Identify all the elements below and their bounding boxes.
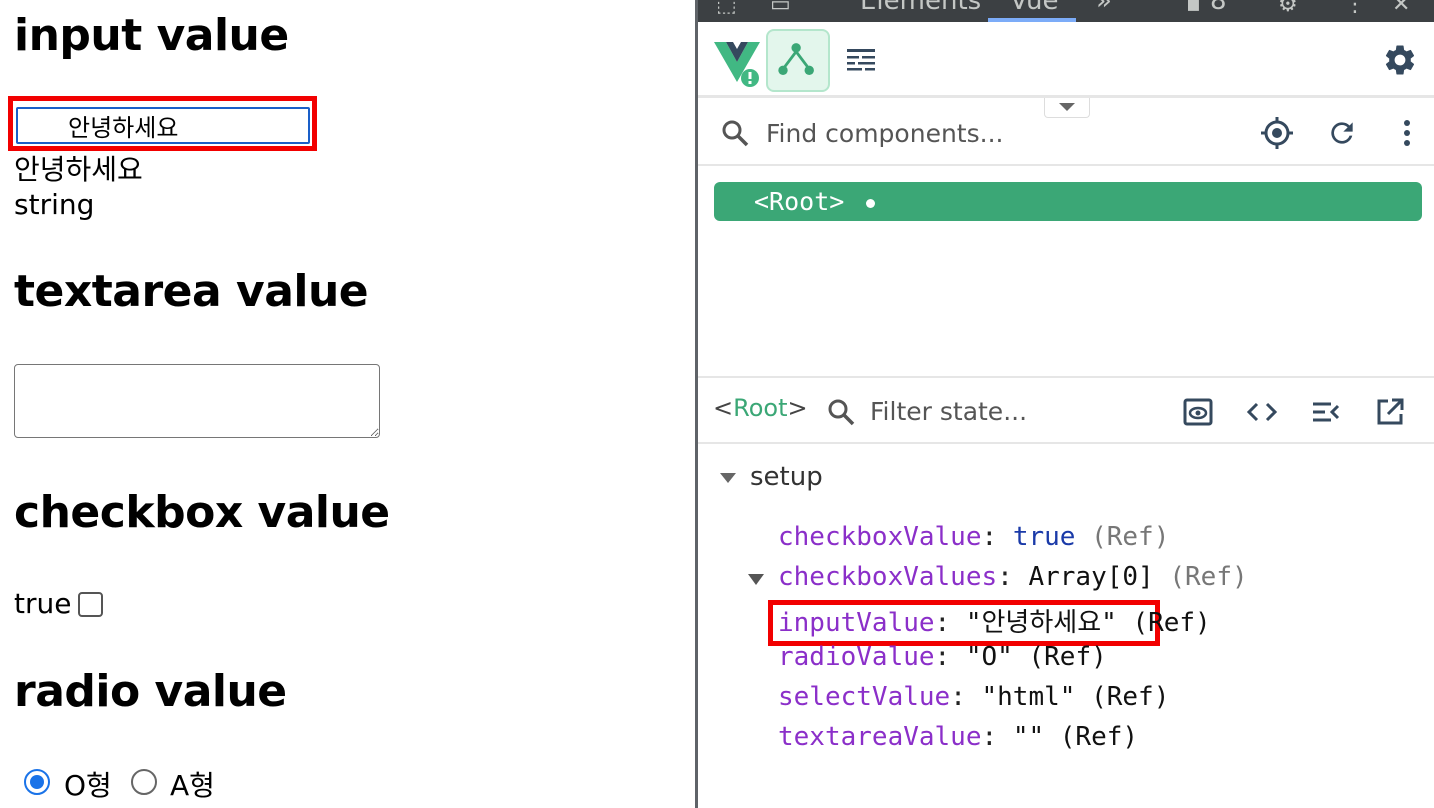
component-name-text: Root [733,394,788,422]
text-input[interactable] [16,107,310,144]
setup-group-label: setup [750,462,823,492]
state-row-selectValue[interactable]: selectValue: "html" (Ref) [778,682,1169,712]
filter-state-input[interactable] [870,392,1160,430]
vue-logo-icon [714,42,760,87]
setup-group-header[interactable]: setup [720,462,823,492]
more-options-icon[interactable] [1392,117,1422,149]
scroll-to-component-eye-icon[interactable] [1182,396,1214,428]
state-value: "" [1012,722,1045,752]
vue-toolbar [698,22,1434,98]
state-value: "html" [981,682,1076,712]
state-row-radioValue[interactable]: radioValue: "O" (Ref) [778,642,1107,672]
root-node-label: <Root> [754,187,845,216]
page-content: input value 안녕하세요 string textarea value … [0,0,697,808]
state-key: textareaValue [778,722,982,752]
state-row-inputValue[interactable]: inputValue: "안녕하세요" (Ref) [778,602,1211,639]
input-highlight-box [8,96,317,151]
find-components-input[interactable] [766,114,1196,152]
state-type: (Ref) [1091,522,1170,552]
tree-node-root[interactable]: <Root> [714,182,1422,221]
state-value: "안녕하세요" [965,608,1117,638]
component-tree: <Root> [698,168,1434,376]
input-type-text: string [14,188,95,221]
input-heading: input value [14,10,289,61]
issues-count: 8 [1210,0,1227,16]
state-row-checkboxValue[interactable]: checkboxValue: true (Ref) [778,522,1169,552]
devtools-menu-icon[interactable]: ⋮ [1344,0,1366,17]
state-value: "O" [965,642,1013,672]
inspect-dom-icon[interactable] [1310,396,1342,428]
tab-elements[interactable]: Elements [860,0,981,16]
state-key: checkboxValue [778,522,982,552]
state-key: radioValue [778,642,935,672]
inspect-element-icon[interactable]: ⬚ [716,0,737,17]
filter-search-icon [828,399,855,426]
expand-caret-icon [720,472,736,483]
state-type: (Ref) [1169,562,1248,592]
radio-heading: radio value [14,666,287,717]
input-bound-text: 안녕하세요 [14,153,143,186]
component-tree-icon [778,43,814,76]
components-view-button[interactable] [766,29,830,92]
state-value: true [1012,522,1076,552]
state-type: (Ref) [1132,608,1211,638]
state-type: (Ref) [1091,682,1170,712]
show-render-code-icon[interactable] [1246,396,1278,428]
refresh-icon[interactable] [1326,117,1358,149]
radio-o-type[interactable] [24,769,50,795]
devtools-panel: ⬚ ▭ Elements Vue » ▪ 8 ⚙ ⋮ ✕ Find compon… [698,0,1434,808]
state-key: inputValue [778,608,935,638]
state-row-checkboxValues[interactable]: checkboxValues: Array[0] (Ref) [778,562,1248,592]
tab-vue[interactable]: Vue [1010,0,1059,16]
checkbox-heading: checkbox value [14,487,390,538]
more-tabs-icon[interactable]: » [1096,0,1112,16]
open-in-editor-icon[interactable] [1374,396,1406,428]
device-toolbar-icon[interactable]: ▭ [770,0,791,17]
checkbox-label: true [14,587,72,620]
state-type: (Ref) [1028,642,1107,672]
state-row-textareaValue[interactable]: textareaValue: "" (Ref) [778,722,1138,752]
checkbox[interactable] [78,592,103,617]
state-type: (Ref) [1059,722,1139,752]
devtools-close-icon[interactable]: ✕ [1392,0,1410,17]
radio-o-label: O형 [64,769,112,802]
component-name-open-bracket: < [713,394,734,422]
state-inspector: setup checkboxValue: true (Ref) checkbox… [698,444,1434,808]
expand-caret-icon[interactable] [748,574,764,585]
select-component-target-icon[interactable] [1260,116,1294,150]
component-name-close-bracket: > [787,394,808,422]
devtools-tab-bar: ⬚ ▭ Elements Vue » ▪ 8 ⚙ ⋮ ✕ [698,0,1434,22]
inspector-toolbar: <Root> [698,376,1434,444]
radio-a-type[interactable] [131,769,157,795]
timeline-view-icon[interactable] [844,44,878,76]
state-value: Array[0] [1028,562,1154,592]
textarea-heading: textarea value [14,266,369,317]
settings-gear-icon[interactable] [1382,42,1418,78]
state-key: checkboxValues [778,562,998,592]
textarea-input[interactable] [14,364,380,438]
pane-collapse-toggle[interactable] [1044,98,1090,118]
inspected-component-name: <Root> [713,394,808,422]
search-icon [722,120,749,147]
selected-dot-icon [866,198,876,208]
devtools-settings-icon[interactable]: ⚙ [1278,0,1298,17]
state-key: selectValue [778,682,951,712]
radio-a-label: A형 [170,769,215,802]
issues-icon[interactable]: ▪ [1186,0,1201,17]
